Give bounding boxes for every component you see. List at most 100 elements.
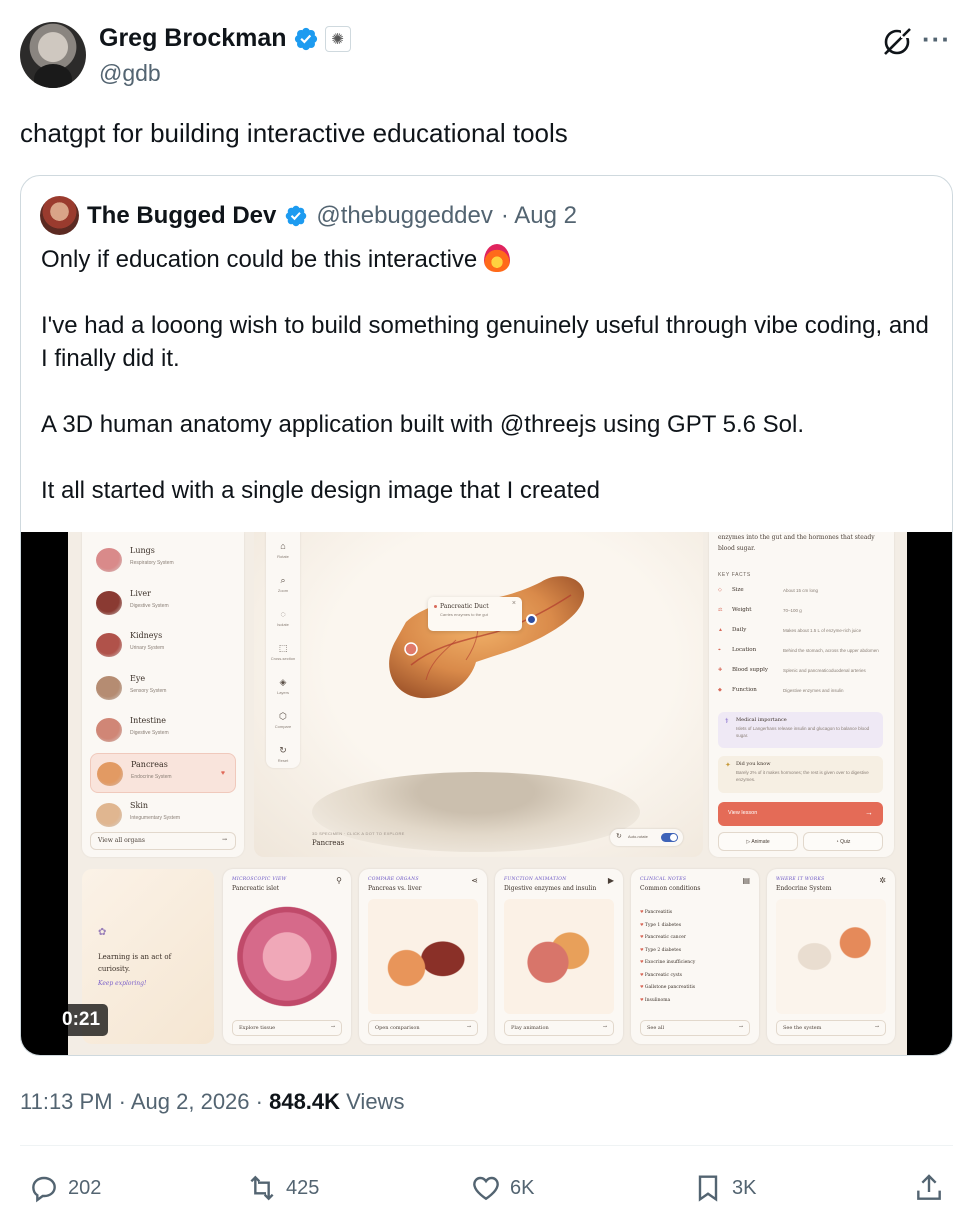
card-illustration-image xyxy=(232,899,342,1014)
card-illustration-image xyxy=(776,899,886,1014)
condition-item: Pancreatic cysts xyxy=(640,972,682,978)
key-fact-icon: ⚖ xyxy=(718,607,723,613)
repost-icon xyxy=(250,1175,274,1201)
organ-intestine-icon xyxy=(96,718,122,742)
specimen-name: Pancreas xyxy=(312,839,345,847)
condition-item: Type 1 diabetes xyxy=(640,922,681,928)
card-tag: CLINICAL NOTES xyxy=(640,877,687,882)
tool-isolate: ◌ Isolate xyxy=(266,604,300,627)
quoted-tweet[interactable]: The Bugged Dev @thebuggeddev · Aug 2 Onl… xyxy=(20,175,953,1056)
organ-system: Endocrine System xyxy=(131,773,172,780)
card-title: Digestive enzymes and insulin xyxy=(504,885,597,892)
organ-item-pancreas: Pancreas Endocrine System ♥ xyxy=(90,752,236,793)
tooltip-dot xyxy=(434,605,437,608)
bookmark-icon xyxy=(698,1175,718,1202)
author-name[interactable]: Greg Brockman xyxy=(99,24,287,53)
video-player[interactable]: View all organs → Lungs Respiratory System… xyxy=(21,532,952,1055)
key-fact-value: About 15 cm long xyxy=(783,588,819,593)
organ-name: Lungs xyxy=(130,546,155,555)
more-options-icon[interactable]: ··· xyxy=(922,24,951,55)
author-handle[interactable]: @gdb xyxy=(99,60,161,87)
card-tag: COMPARE ORGANS xyxy=(368,877,419,882)
pancreatic-duct-tooltip: Pancreatic Duct Carries enzymes to the g… xyxy=(428,597,522,631)
card-clinical-notes: CLINICAL NOTES Common conditions ▤ Pancreat… xyxy=(631,869,759,1044)
organ-item-eye: Eye Sensory System xyxy=(90,668,236,708)
share-button[interactable] xyxy=(913,1172,945,1204)
quote-paragraph-3: A 3D human anatomy application built wit… xyxy=(41,411,804,438)
organ-name: Pancreas xyxy=(131,759,168,769)
card-action-button: Open comparison → xyxy=(368,1020,478,1036)
bookmark-button[interactable]: 3K xyxy=(692,1172,756,1204)
key-fact-size: ◇ Size About 15 cm long xyxy=(718,587,888,599)
did-you-know-box: ✦ Did you know Barely 2% of it makes hor… xyxy=(718,756,883,793)
organ-kidneys-icon xyxy=(96,633,122,657)
stethoscope-icon: ⚕ xyxy=(725,718,729,725)
key-fact-icon: ✚ xyxy=(718,667,723,673)
key-fact-icon: ⌖ xyxy=(718,647,721,653)
key-facts-heading: KEY FACTS xyxy=(718,572,751,578)
tool-layers: ◈ Layers xyxy=(266,672,300,695)
reply-button[interactable]: 202 xyxy=(28,1172,101,1204)
key-fact-label: Size xyxy=(732,587,744,593)
like-button[interactable]: 6K xyxy=(470,1172,534,1204)
key-fact-location: ⌖ Location Behind the stomach, across the … xyxy=(718,647,888,659)
specimen-pedestal xyxy=(312,772,640,852)
card-title: Common conditions xyxy=(640,885,701,892)
key-fact-function: ◆ Function Digestive enzymes and insulin xyxy=(718,687,888,699)
key-fact-blood-supply: ✚ Blood supply Splenic and pancreaticoduod… xyxy=(718,667,888,679)
card-compare-organs: COMPARE ORGANS Pancreas vs. liver ⋖ Open co… xyxy=(359,869,487,1044)
tool-cross-section: ⬚ Cross-section xyxy=(266,638,300,661)
tweet-text: chatgpt for building interactive educati… xyxy=(20,118,568,148)
auto-rotate-toggle: ↻ Auto-rotate xyxy=(610,829,683,846)
card-tag: MICROSCOPIC VIEW xyxy=(232,877,287,882)
bookmark-count: 3K xyxy=(732,1176,757,1199)
animate-label: Animate xyxy=(751,839,770,845)
tweet-meta: 11:13 PM · Aug 2, 2026 · 848.4K Views xyxy=(20,1089,404,1115)
organ-name: Intestine xyxy=(130,716,167,725)
tweet-header: Greg Brockman ✺ @gdb ··· xyxy=(20,20,953,90)
card-title: Endocrine System xyxy=(776,885,832,892)
heart-icon xyxy=(473,1176,499,1201)
timestamp[interactable]: 11:13 PM · Aug 2, 2026 · xyxy=(20,1089,269,1114)
tool-label: Compare xyxy=(274,724,292,729)
rotate-icon: ↻ xyxy=(616,833,622,840)
auto-rotate-label: Auto-rotate xyxy=(628,834,648,839)
card-title: Pancreatic islet xyxy=(232,885,280,892)
author-name-row: Greg Brockman ✺ xyxy=(99,24,351,53)
reply-icon xyxy=(32,1176,56,1203)
key-fact-label: Location xyxy=(732,647,757,653)
quote-author-name: The Bugged Dev xyxy=(87,201,277,229)
key-fact-icon: ▲ xyxy=(718,627,723,633)
view-lesson-label: View lesson xyxy=(728,810,758,816)
specimen-label: 3D SPECIMEN · CLICK A DOT TO EXPLORE xyxy=(312,831,405,836)
flower-icon: ✿ xyxy=(98,927,107,938)
key-fact-value: Splenic and pancreaticoduodenal arteries xyxy=(783,668,866,673)
card-action-button: See the system → xyxy=(776,1020,886,1036)
key-fact-value: 70–100 g xyxy=(783,608,802,613)
favorite-heart-icon: ♥ xyxy=(220,769,225,777)
repost-button[interactable]: 425 xyxy=(246,1172,319,1204)
quote-author-handle: @thebuggeddev xyxy=(316,201,493,229)
tool-layers-icon: ◈ xyxy=(279,677,287,687)
share-icon xyxy=(917,1174,941,1200)
quote-paragraph-4: It all started with a single design imag… xyxy=(41,477,600,504)
grok-icon[interactable] xyxy=(881,26,913,58)
key-fact-weight: ⚖ Weight 70–100 g xyxy=(718,607,888,619)
openai-affiliate-icon[interactable]: ✺ xyxy=(324,25,351,52)
card-illustration-image xyxy=(504,899,614,1014)
tool-zoom: ⌕ Zoom xyxy=(266,570,300,593)
organ-name: Skin xyxy=(130,801,149,810)
arrow-right-icon: → xyxy=(738,1024,743,1030)
tool-compare: ⬡ Compare xyxy=(266,706,300,729)
card-where-it-works: WHERE IT WORKS Endocrine System ✲ See the s… xyxy=(767,869,895,1044)
key-fact-label: Blood supply xyxy=(732,667,768,673)
author-avatar[interactable] xyxy=(20,22,86,88)
condition-item: Insulinoma xyxy=(640,997,670,1003)
card-action-label: Explore tissue xyxy=(239,1025,276,1031)
sparkle-icon: ✦ xyxy=(725,762,731,769)
views-label: Views xyxy=(340,1089,405,1114)
tool-label: Isolate xyxy=(277,622,289,627)
card-action-button: See all → xyxy=(640,1020,750,1036)
tool-isolate-icon: ◌ xyxy=(280,609,286,619)
tooltip-title: Pancreatic Duct xyxy=(440,603,489,610)
